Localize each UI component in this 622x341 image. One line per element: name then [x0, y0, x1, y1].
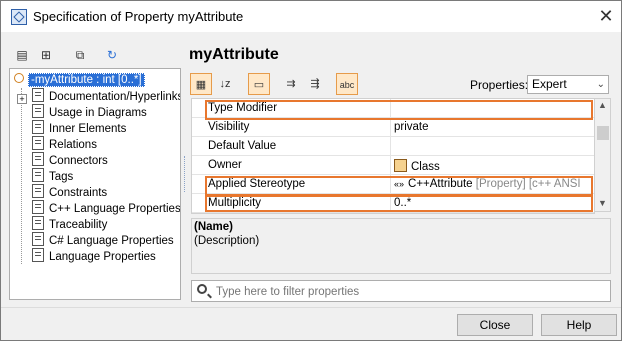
- attribute-icon: [14, 73, 24, 83]
- highlight-multiplicity: [205, 195, 593, 212]
- tree-item-label: Language Properties: [49, 251, 156, 263]
- tree-item-label: C# Language Properties: [49, 235, 174, 247]
- highlight-type-modifier: [205, 100, 593, 120]
- close-window-icon[interactable]: ✕: [595, 5, 617, 27]
- tree-root-label: -myAttribute : int [0..*]: [28, 73, 145, 87]
- tree-item-root[interactable]: -myAttribute : int [0..*]: [14, 72, 145, 88]
- page-icon: [32, 232, 44, 246]
- app-icon: [11, 9, 27, 25]
- column-divider: [390, 156, 391, 174]
- collapse-all-icon[interactable]: ⇶: [304, 73, 326, 95]
- tree-item-label: Tags: [49, 171, 74, 183]
- tree-icon[interactable]: ⊞: [37, 46, 55, 64]
- tree-item-csharp-properties[interactable]: C# Language Properties: [32, 232, 174, 248]
- tree-connector-lines: [21, 88, 23, 264]
- refresh-icon[interactable]: ↻: [103, 46, 121, 64]
- window-title: Specification of Property myAttribute: [33, 9, 244, 24]
- page-title: myAttribute: [189, 46, 279, 63]
- tree-item-connectors[interactable]: Connectors: [32, 152, 108, 168]
- tree-item-label: Relations: [49, 139, 97, 151]
- column-divider: [390, 137, 391, 155]
- page-icon: [32, 248, 44, 262]
- page-icon: [32, 136, 44, 150]
- dialog-window: Specification of Property myAttribute ✕ …: [0, 0, 622, 341]
- tree-item-label: Usage in Diagrams: [49, 107, 147, 119]
- title-bar: Specification of Property myAttribute ✕: [1, 1, 621, 32]
- page-icon: [32, 184, 44, 198]
- description-text: (Description): [194, 235, 260, 247]
- page-icon: [32, 88, 44, 102]
- property-row-owner[interactable]: Owner Class: [192, 156, 594, 175]
- expand-toggle-icon[interactable]: +: [17, 94, 27, 104]
- tree-item-documentation[interactable]: Documentation/Hyperlinks: [32, 88, 181, 104]
- tree-item-usage[interactable]: Usage in Diagrams: [32, 104, 147, 120]
- scroll-down-icon[interactable]: ▼: [598, 198, 607, 208]
- abc-icon[interactable]: abc: [336, 73, 358, 95]
- categorized-icon[interactable]: ▦: [190, 73, 212, 95]
- tree-item-tags[interactable]: Tags: [32, 168, 73, 184]
- class-icon: [394, 159, 407, 172]
- property-value[interactable]: private: [394, 121, 429, 133]
- page-icon: [32, 216, 44, 230]
- footer-divider: [1, 307, 621, 308]
- properties-label: Properties:: [470, 78, 529, 92]
- filter-box: [191, 280, 611, 302]
- tree-item-label: Connectors: [49, 155, 108, 167]
- expand-icon[interactable]: ⇉: [280, 73, 302, 95]
- search-icon: [197, 284, 207, 294]
- property-row-default-value[interactable]: Default Value: [192, 137, 594, 156]
- scroll-up-icon[interactable]: ▲: [598, 100, 607, 110]
- collapse-icon[interactable]: ▭: [248, 73, 270, 95]
- tree-item-label: C++ Language Properties: [49, 203, 181, 215]
- help-button[interactable]: Help: [541, 314, 617, 336]
- tree-item-traceability[interactable]: Traceability: [32, 216, 107, 232]
- page-icon: [32, 120, 44, 134]
- property-grid: Type Modifier Visibility private Default…: [191, 98, 595, 214]
- tree-item-relations[interactable]: Relations: [32, 136, 97, 152]
- sort-az-icon[interactable]: ↓z: [214, 73, 236, 95]
- page-icon: [32, 104, 44, 118]
- tree-item-label: Traceability: [49, 219, 108, 231]
- property-name: Visibility: [208, 121, 250, 133]
- list-icon[interactable]: ▤: [13, 46, 31, 64]
- description-title: (Name): [194, 221, 233, 233]
- page-icon: [32, 200, 44, 214]
- highlight-applied-stereotype: [205, 176, 593, 196]
- page-icon: [32, 168, 44, 182]
- scrollbar-thumb[interactable]: [597, 126, 609, 140]
- tree-item-label: Constraints: [49, 187, 108, 199]
- close-button[interactable]: Close: [457, 314, 533, 336]
- tree-item-cpp-properties[interactable]: C++ Language Properties: [32, 200, 181, 216]
- tree-item-constraints[interactable]: Constraints: [32, 184, 107, 200]
- property-name: Default Value: [208, 140, 277, 152]
- property-grid-scrollbar[interactable]: ▲ ▼: [594, 98, 611, 212]
- copy-icon[interactable]: ⧉: [71, 46, 89, 64]
- column-divider: [390, 118, 391, 136]
- tree-item-label: Documentation/Hyperlinks: [49, 91, 181, 103]
- tree-item-language-properties[interactable]: Language Properties: [32, 248, 156, 264]
- property-row-visibility[interactable]: Visibility private: [192, 118, 594, 137]
- panel-splitter[interactable]: [184, 156, 187, 192]
- property-name: Owner: [208, 159, 242, 171]
- properties-mode-select[interactable]: Expert ⌄: [527, 75, 609, 94]
- properties-mode-value: Expert: [532, 77, 567, 91]
- filter-properties-input[interactable]: [214, 283, 608, 301]
- tree-item-label: Inner Elements: [49, 123, 127, 135]
- chevron-down-icon: ⌄: [596, 79, 605, 90]
- page-icon: [32, 152, 44, 166]
- specification-tree: + -myAttribute : int [0..*] Documentatio…: [9, 68, 181, 300]
- owner-value: Class: [411, 161, 440, 173]
- description-panel: (Name) (Description): [191, 218, 611, 274]
- tree-item-inner-elements[interactable]: Inner Elements: [32, 120, 126, 136]
- property-value[interactable]: Class: [394, 159, 440, 173]
